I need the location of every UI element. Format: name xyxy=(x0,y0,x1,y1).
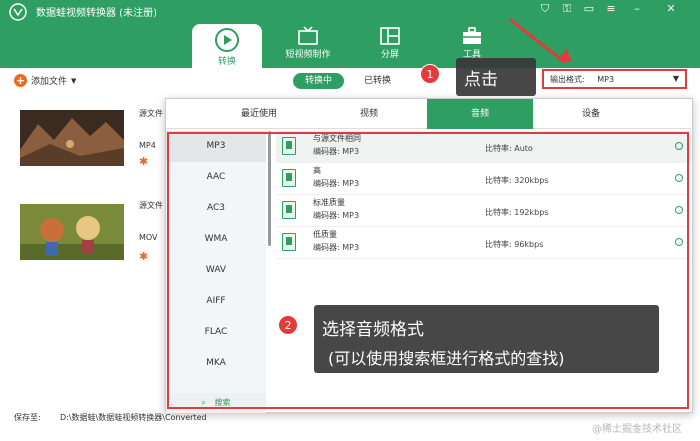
list-item[interactable]: 与源文件相同 编码器: MP3 比特率: Auto xyxy=(276,131,691,163)
converting-toggle[interactable]: 转换中 xyxy=(293,73,345,89)
step-badge: 2 xyxy=(278,315,298,335)
key-icon[interactable]: ⚿ xyxy=(560,2,574,16)
quality-encoder: 编码器: MP3 xyxy=(313,211,360,220)
source-file-label: 源文件 xyxy=(139,201,163,210)
callout-step-1-text: 点击 xyxy=(464,70,498,90)
tab-audio[interactable]: 音频 xyxy=(427,99,533,129)
plus-icon: + xyxy=(14,74,27,87)
list-item[interactable]: 高 编码器: MP3 比特率: 320kbps xyxy=(276,163,691,195)
app-title: 数据蛙视频转换器 (未注册) xyxy=(36,8,157,19)
menu-icon[interactable]: ≡ xyxy=(604,2,618,15)
quality-name: 低质量 xyxy=(313,230,337,239)
search-icon: ⌕ xyxy=(201,398,206,407)
callout-step-1: 点击 xyxy=(456,58,536,96)
save-to-label: 保存至: xyxy=(14,413,41,422)
video-thumbnail xyxy=(20,204,124,260)
chevron-down-icon[interactable]: ▼ xyxy=(71,77,76,85)
output-format-label: 输出格式: xyxy=(550,75,585,84)
callout-step-2-text: 选择音频格式 xyxy=(322,320,424,340)
tab-split-screen[interactable]: 分屏 xyxy=(355,24,425,68)
cart-icon[interactable]: ⛉ xyxy=(538,2,552,16)
audio-file-icon xyxy=(282,233,296,251)
video-thumbnail xyxy=(20,110,124,166)
app-logo-icon xyxy=(9,3,27,21)
magic-wand-icon[interactable]: ✱ xyxy=(139,250,148,263)
audio-file-icon xyxy=(282,201,296,219)
quality-name: 标准质量 xyxy=(313,198,345,207)
format-category-tabs: 最近使用 视频 音频 设备 xyxy=(166,99,694,129)
gear-icon[interactable] xyxy=(675,238,683,246)
format-item-ac3[interactable]: AC3 xyxy=(166,193,266,224)
file-format: MOV xyxy=(139,233,158,242)
source-file-label: 源文件 xyxy=(139,109,163,118)
converted-toggle[interactable]: 已转换 xyxy=(352,73,403,89)
quality-encoder: 编码器: MP3 xyxy=(313,147,360,156)
format-item-flac[interactable]: FLAC xyxy=(166,317,266,348)
tab-device[interactable]: 设备 xyxy=(538,99,644,129)
callout-step-2-subtext: (可以使用搜索框进行格式的查找) xyxy=(328,349,565,368)
format-list: MP3 AAC AC3 WMA WAV AIFF FLAC MKA ⌕ 搜索 xyxy=(166,131,266,413)
convert-icon xyxy=(215,28,239,52)
tab-split-screen-label: 分屏 xyxy=(380,50,399,60)
list-item[interactable]: 源文件 MOV ✱ xyxy=(0,200,170,290)
scrollbar[interactable] xyxy=(268,131,271,246)
output-format-value: MP3 xyxy=(597,75,615,84)
quality-bitrate: 比特率: 320kbps xyxy=(485,176,549,185)
tab-video[interactable]: 视频 xyxy=(316,99,422,129)
add-file-label: 添加文件 xyxy=(31,77,68,87)
title-bar: 数据蛙视频转换器 (未注册) ⛉ ⚿ ▭ ≡ – ✕ 转换 短视频制作 分屏 工… xyxy=(0,0,700,68)
format-item-wma[interactable]: WMA xyxy=(166,224,266,255)
audio-file-icon xyxy=(282,137,296,155)
split-screen-icon xyxy=(380,27,400,45)
quality-encoder: 编码器: MP3 xyxy=(313,179,360,188)
add-file-button[interactable]: + 添加文件 ▼ xyxy=(14,74,76,87)
list-item[interactable]: 标准质量 编码器: MP3 比特率: 192kbps xyxy=(276,195,691,227)
format-item-wav[interactable]: WAV xyxy=(166,255,266,286)
format-search-input[interactable]: ⌕ 搜索 xyxy=(166,393,266,413)
toolbox-icon xyxy=(463,27,481,44)
chevron-down-icon: ▼ xyxy=(672,74,679,83)
magic-wand-icon[interactable]: ✱ xyxy=(139,155,148,168)
quality-encoder: 编码器: MP3 xyxy=(313,243,360,252)
gear-icon[interactable] xyxy=(675,174,683,182)
tab-short-video-label: 短视频制作 xyxy=(285,50,331,60)
tab-short-video[interactable]: 短视频制作 xyxy=(273,24,343,68)
gear-icon[interactable] xyxy=(675,206,683,214)
watermark: @稀土掘金技术社区 xyxy=(592,424,682,435)
step-badge: 1 xyxy=(420,64,440,84)
quality-name: 与源文件相同 xyxy=(313,134,361,143)
tv-icon xyxy=(298,26,318,45)
minimize-icon[interactable]: – xyxy=(630,2,644,15)
format-item-mp3[interactable]: MP3 xyxy=(166,131,266,162)
close-icon[interactable]: ✕ xyxy=(664,2,678,15)
save-path-field[interactable]: D:\数据蛙\数据蛙视频转换器\Converted xyxy=(60,412,207,423)
audio-file-icon xyxy=(282,169,296,187)
output-format-select[interactable]: 输出格式: MP3 ▼ xyxy=(542,69,687,89)
quality-list: 与源文件相同 编码器: MP3 比特率: Auto 高 编码器: MP3 比特率… xyxy=(276,131,691,259)
list-item[interactable]: 源文件 MP4 ✱ xyxy=(0,108,170,198)
quality-name: 高 xyxy=(313,166,321,175)
quality-bitrate: 比特率: 96kbps xyxy=(485,240,544,249)
quality-bitrate: 比特率: 192kbps xyxy=(485,208,549,217)
format-item-aiff[interactable]: AIFF xyxy=(166,286,266,317)
callout-step-2: 选择音频格式 (可以使用搜索框进行格式的查找) xyxy=(314,305,659,373)
format-item-aac[interactable]: AAC xyxy=(166,162,266,193)
format-item-mka[interactable]: MKA xyxy=(166,348,266,379)
chat-icon[interactable]: ▭ xyxy=(582,2,596,15)
list-item[interactable]: 低质量 编码器: MP3 比特率: 96kbps xyxy=(276,227,691,259)
file-format: MP4 xyxy=(139,141,156,150)
tab-recent[interactable]: 最近使用 xyxy=(206,99,312,129)
tab-convert-label: 转换 xyxy=(217,57,236,67)
quality-bitrate: 比特率: Auto xyxy=(485,144,533,153)
gear-icon[interactable] xyxy=(675,142,683,150)
format-search-label: 搜索 xyxy=(214,398,231,407)
tab-convert[interactable]: 转换 xyxy=(192,24,262,68)
